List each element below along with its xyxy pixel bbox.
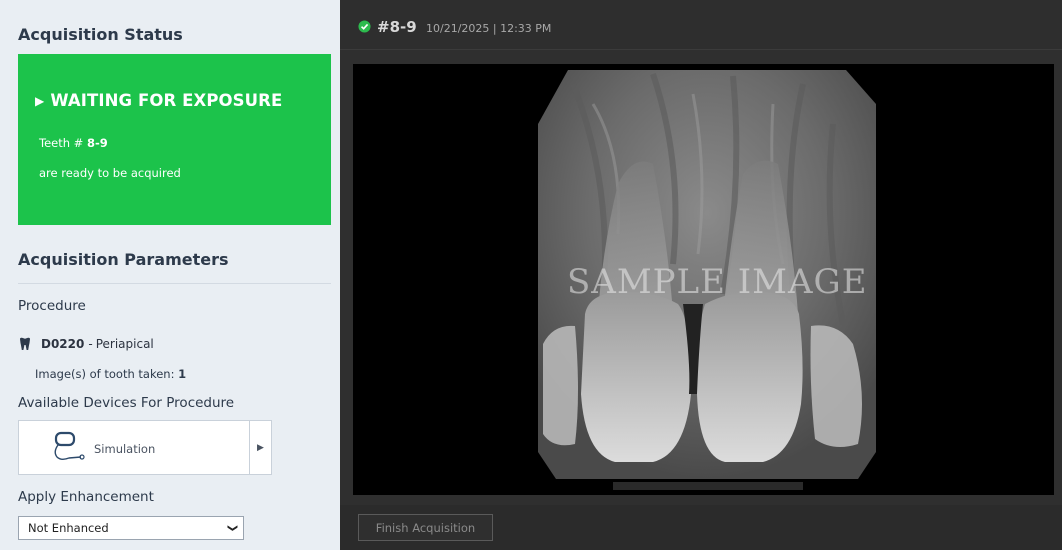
acquisition-status-title: Acquisition Status	[18, 25, 183, 44]
procedure-label: Procedure	[18, 298, 86, 314]
sample-image-watermark: SAMPLE IMAGE	[567, 262, 868, 302]
procedure-name: Periapical	[95, 337, 154, 351]
procedure-row[interactable]: D0220 - Periapical	[18, 337, 154, 351]
caret-right-icon: ▶	[257, 442, 264, 453]
sensor-device-icon	[54, 431, 85, 460]
device-next-button[interactable]: ▶	[250, 421, 271, 474]
play-triangle-icon: ▶	[35, 94, 45, 108]
tooth-icon	[20, 337, 30, 350]
image-header: #8-9 10/21/2025 | 12:33 PM	[340, 0, 1062, 50]
right-panel: #8-9 10/21/2025 | 12:33 PM SAMPLE IMAGE …	[340, 0, 1062, 550]
status-teeth-label: Teeth #	[39, 136, 87, 150]
device-select-simulation[interactable]: Simulation	[19, 421, 250, 474]
device-card[interactable]: Simulation ▶	[18, 420, 272, 475]
enhancement-selected-value: Not Enhanced	[28, 521, 109, 535]
xray-viewer[interactable]: SAMPLE IMAGE	[353, 64, 1054, 495]
procedure-code: D0220	[41, 337, 85, 351]
section-divider	[18, 283, 331, 284]
finish-acquisition-button[interactable]: Finish Acquisition	[358, 514, 493, 541]
status-box: ▶ WAITING FOR EXPOSURE Teeth # 8-9 are re…	[18, 54, 331, 225]
procedure-separator: -	[88, 337, 93, 351]
status-headline-row: ▶ WAITING FOR EXPOSURE	[35, 91, 282, 110]
image-title: #8-9	[377, 18, 417, 36]
status-headline: WAITING FOR EXPOSURE	[50, 91, 283, 110]
status-teeth: Teeth # 8-9	[39, 136, 108, 150]
device-name: Simulation	[94, 442, 156, 456]
left-panel: Acquisition Status ▶ WAITING FOR EXPOSURE…	[0, 0, 340, 550]
acquisition-parameters-title: Acquisition Parameters	[18, 250, 229, 269]
images-taken: Image(s) of tooth taken: 1	[35, 367, 186, 381]
status-teeth-value: 8-9	[86, 136, 108, 150]
status-ready-text: are ready to be acquired	[39, 166, 181, 180]
images-taken-label: Image(s) of tooth taken:	[35, 367, 179, 381]
chevron-down-icon: ❮	[226, 523, 238, 533]
available-devices-label: Available Devices For Procedure	[18, 395, 235, 411]
image-datetime: 10/21/2025 | 12:33 PM	[426, 22, 552, 35]
check-circle-icon	[358, 20, 371, 33]
enhancement-select[interactable]: Not Enhanced ❮	[18, 516, 244, 540]
images-taken-count: 1	[178, 367, 187, 381]
apply-enhancement-label: Apply Enhancement	[18, 489, 154, 505]
footer-bar: Finish Acquisition	[340, 505, 1062, 550]
